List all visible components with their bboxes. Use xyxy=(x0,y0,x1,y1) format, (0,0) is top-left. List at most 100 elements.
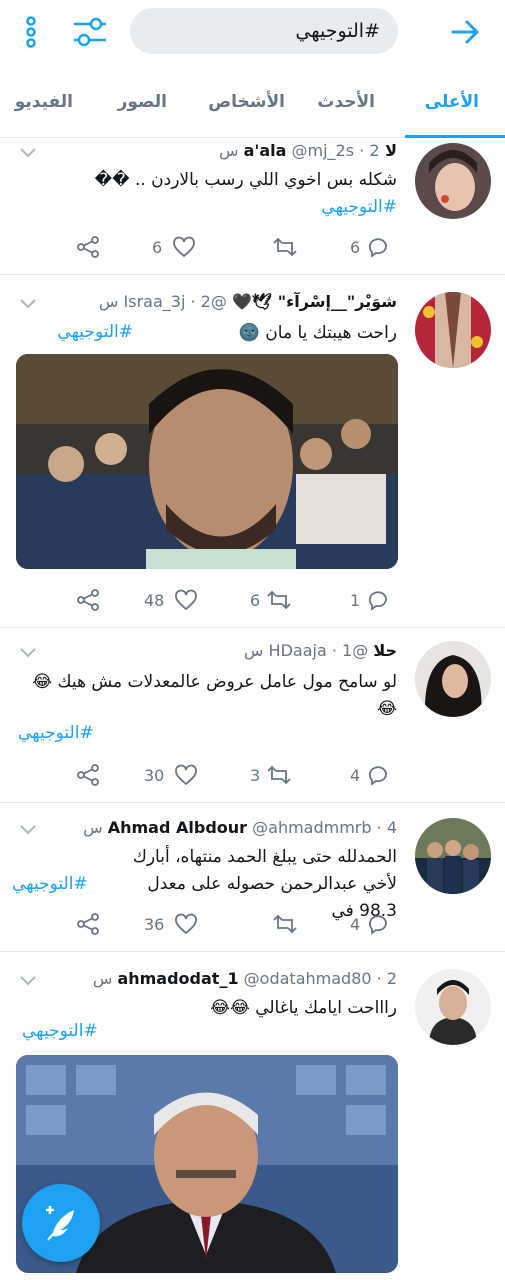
retweet-count: 6 xyxy=(250,590,261,610)
tweet[interactable]: حلا @HDaaja · 1 س لو سامح مول عامل عروض … xyxy=(0,629,505,803)
username: @odatahmad80 xyxy=(243,969,372,988)
chevron-down-icon[interactable] xyxy=(18,822,38,836)
separator: · xyxy=(359,141,370,160)
display-name[interactable]: Ahmad Albdour xyxy=(108,818,247,837)
separator: · xyxy=(376,818,387,837)
hashtag-link[interactable]: #التوجيهي xyxy=(18,723,94,743)
search-input[interactable]: #التوجيهي xyxy=(130,8,398,54)
avatar[interactable] xyxy=(415,969,491,1045)
heart-icon xyxy=(173,236,196,258)
heart-icon xyxy=(175,589,198,611)
like-count: 30 xyxy=(144,765,165,785)
hashtag-link[interactable]: #التوجيهي xyxy=(22,1021,98,1041)
tweet-media-image[interactable] xyxy=(16,354,398,569)
share-button[interactable] xyxy=(76,763,100,787)
reply-count: 4 xyxy=(350,914,361,934)
tweet[interactable]: لا a'ala @mj_2s · 2 س شكله بس اخوي اللي … xyxy=(0,139,505,275)
like-button[interactable]: 6 xyxy=(152,235,196,259)
username: @ahmadmmrb xyxy=(252,818,372,837)
reply-count: 6 xyxy=(350,237,361,257)
compose-tweet-button[interactable] xyxy=(22,1184,100,1262)
tweet-actions: 1 6 48 xyxy=(0,588,505,612)
reply-button[interactable]: 4 xyxy=(350,912,390,936)
like-button[interactable]: 48 xyxy=(144,588,198,612)
tweet[interactable]: Ahmad Albdour @ahmadmmrb · 4 س الحمدلله … xyxy=(0,804,505,952)
separator: · xyxy=(376,969,387,988)
avatar[interactable] xyxy=(415,292,491,368)
retweet-icon xyxy=(267,590,291,610)
tweet[interactable]: شوَيْر"__إسْرآء" 🕊🖤 @Israa_3j · 2 س راحت… xyxy=(0,276,505,628)
tweet-header: ahmadodat_1 @odatahmad80 · 2 س xyxy=(50,969,397,988)
tab-latest[interactable]: الأحدث xyxy=(317,92,375,112)
filter-sliders-icon[interactable] xyxy=(70,12,110,52)
retweet-button[interactable] xyxy=(272,235,298,259)
hashtag-link[interactable]: #التوجيهي xyxy=(57,322,133,342)
display-name[interactable]: حلا xyxy=(373,641,397,660)
retweet-icon xyxy=(273,914,297,934)
tweet-header: شوَيْر"__إسْرآء" 🕊🖤 @Israa_3j · 2 س xyxy=(50,292,397,311)
reply-icon xyxy=(369,591,388,611)
retweet-button[interactable]: 6 xyxy=(250,588,292,612)
retweet-icon xyxy=(273,237,297,257)
chevron-down-icon[interactable] xyxy=(18,296,38,310)
like-count: 48 xyxy=(144,590,165,610)
username: @mj_2s xyxy=(291,141,355,160)
tab-people[interactable]: الأشخاص xyxy=(208,92,285,112)
separator: · xyxy=(331,641,343,660)
avatar[interactable] xyxy=(415,641,491,717)
share-icon xyxy=(77,236,99,258)
tab-photos[interactable]: الصور xyxy=(118,92,167,112)
tab-videos[interactable]: الفيديو xyxy=(15,92,73,112)
more-options-icon[interactable] xyxy=(18,14,44,50)
chevron-down-icon[interactable] xyxy=(18,145,38,159)
reply-button[interactable]: 1 xyxy=(350,588,390,612)
tweet-text: لو سامح مول عامل عروض عالمعدلات مش هيك 😂… xyxy=(32,672,397,719)
like-count: 36 xyxy=(144,914,165,934)
chevron-down-icon[interactable] xyxy=(18,973,38,987)
retweet-icon xyxy=(267,765,291,785)
tweet-text: شكله بس اخوي اللي رسب بالاردن .. �� xyxy=(94,170,397,190)
reply-button[interactable]: 4 xyxy=(350,763,390,787)
compose-feather-icon xyxy=(46,1206,74,1241)
reply-button[interactable]: 6 xyxy=(350,235,390,259)
heart-icon xyxy=(175,764,198,786)
username: @HDaaja xyxy=(268,641,369,660)
heart-icon xyxy=(175,913,198,935)
tweet-actions: 4 36 xyxy=(0,912,505,936)
chevron-down-icon[interactable] xyxy=(18,645,38,659)
tweet-header: حلا @HDaaja · 1 س xyxy=(50,641,397,660)
hashtag-link[interactable]: #التوجيهي xyxy=(12,874,88,894)
top-bar: #التوجيهي xyxy=(0,0,505,62)
share-button[interactable] xyxy=(76,912,100,936)
display-name[interactable]: شوَيْر"__إسْرآء" 🕊🖤 xyxy=(232,292,397,311)
display-name[interactable]: ahmadodat_1 xyxy=(117,969,238,988)
avatar[interactable] xyxy=(415,818,491,894)
separator: · xyxy=(190,292,201,311)
hashtag-link[interactable]: #التوجيهي xyxy=(321,197,397,217)
tab-top[interactable]: الأعلى xyxy=(425,92,479,112)
like-button[interactable]: 30 xyxy=(144,763,198,787)
retweet-button[interactable]: 3 xyxy=(250,763,292,787)
reply-icon xyxy=(369,238,388,258)
avatar[interactable] xyxy=(415,143,491,219)
share-button[interactable] xyxy=(76,235,100,259)
tweet-actions: 4 3 30 xyxy=(0,763,505,787)
tweet-text: راااحت ايامك ياغالي 😂😂 xyxy=(210,998,397,1018)
reply-icon xyxy=(369,915,388,935)
reply-icon xyxy=(369,766,388,786)
like-button[interactable]: 36 xyxy=(144,912,198,936)
tweet-header: لا a'ala @mj_2s · 2 س xyxy=(50,141,397,160)
tweet-actions: 6 6 xyxy=(0,235,505,259)
tweet-text: راحت هيبتك يا مان 🌚 xyxy=(238,323,397,343)
active-tab-indicator xyxy=(405,135,505,138)
share-button[interactable] xyxy=(76,588,100,612)
retweet-count: 3 xyxy=(250,765,261,785)
reply-count: 4 xyxy=(350,765,361,785)
like-count: 6 xyxy=(152,237,163,257)
search-query: #التوجيهي xyxy=(295,20,380,42)
username: @Israa_3j xyxy=(123,292,227,311)
retweet-button[interactable] xyxy=(272,912,298,936)
reply-count: 1 xyxy=(350,590,361,610)
search-tabs: الأعلى الأحدث الأشخاص الصور الفيديو xyxy=(0,70,505,138)
back-arrow-icon[interactable] xyxy=(447,14,483,50)
